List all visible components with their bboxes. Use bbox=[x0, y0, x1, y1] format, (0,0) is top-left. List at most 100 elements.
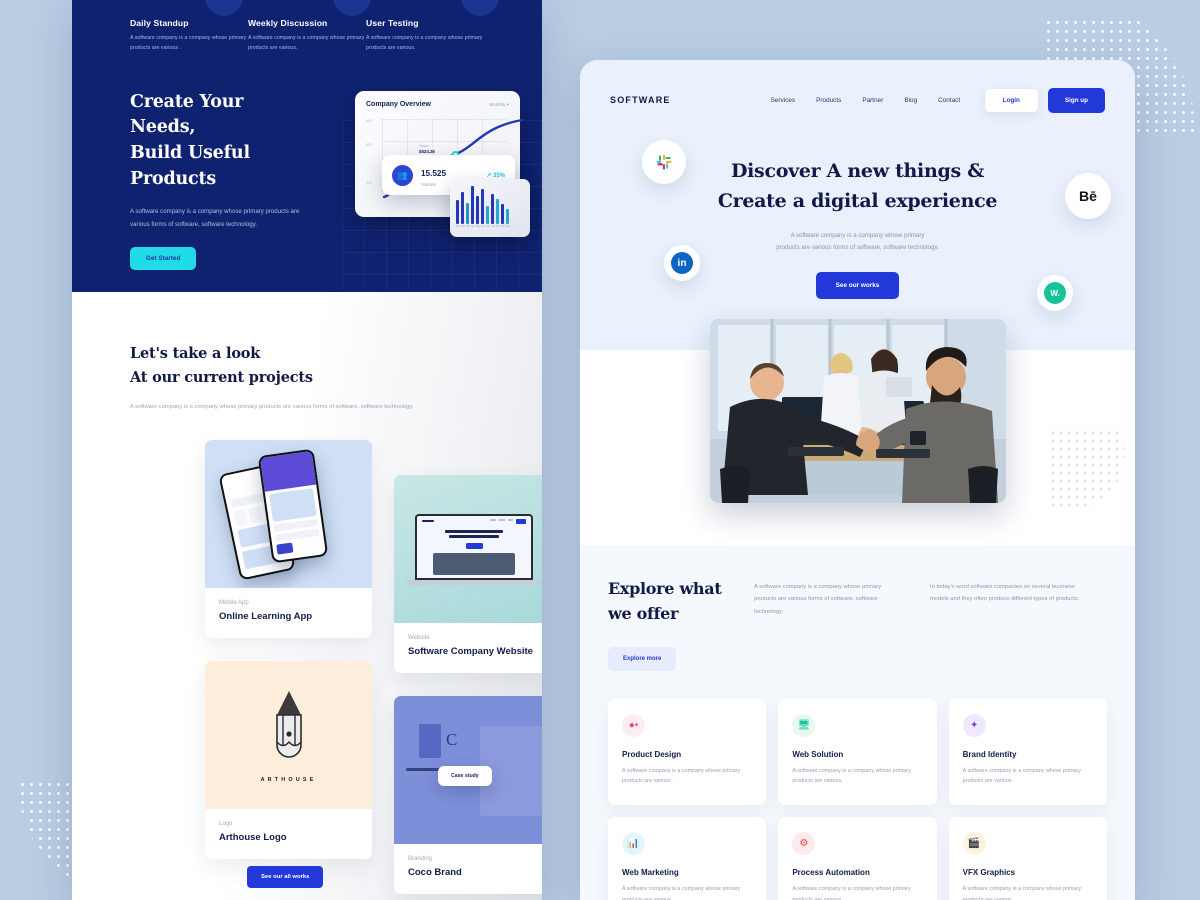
project-name: Coco Brand bbox=[408, 867, 462, 878]
explore-more-button[interactable]: Explore more bbox=[608, 646, 677, 671]
service-card-vfx-graphics[interactable]: 🎬 VFX Graphics A software company is a c… bbox=[948, 817, 1107, 900]
offer-heading-line-2: we offer bbox=[608, 603, 679, 623]
nav-link-products[interactable]: Products bbox=[816, 97, 841, 104]
feature-item-weekly-discussion: Weekly Discussion A software company is … bbox=[248, 18, 366, 54]
feature-body: A software company is a company whose pr… bbox=[248, 35, 365, 51]
behance-icon[interactable]: Bē bbox=[1065, 173, 1111, 219]
service-card-web-solution[interactable]: 🖥 Web Solution A software company is a c… bbox=[778, 698, 937, 806]
hero-copy: Create Your Needs, Build Useful Products… bbox=[72, 54, 372, 271]
service-title: Process Automation bbox=[792, 868, 870, 878]
project-meta: Logo Arthouse Logo bbox=[205, 809, 372, 859]
slack-icon[interactable] bbox=[642, 140, 686, 184]
offer-heading: Explore what we offer bbox=[608, 577, 728, 627]
project-thumbnail-branding: C Case study bbox=[394, 696, 542, 844]
project-category: Mobile App bbox=[219, 600, 249, 606]
project-card-online-learning-app[interactable]: Mobile App Online Learning App bbox=[205, 440, 372, 638]
linkedin-glyph: in bbox=[671, 252, 693, 274]
service-card-web-marketing[interactable]: 📊 Web Marketing A software company is a … bbox=[608, 817, 767, 900]
change-value: 35% bbox=[492, 172, 505, 179]
bar bbox=[476, 196, 479, 224]
y-tick-500: 500 bbox=[366, 143, 372, 147]
projects-heading-line-1: Let's take a look bbox=[130, 345, 261, 362]
bar-label: Nov bbox=[506, 226, 511, 228]
bar bbox=[456, 200, 459, 224]
feature-item-daily-standup: Daily Standup A software company is a co… bbox=[130, 18, 248, 54]
service-body: A software company is a company whose pr… bbox=[622, 767, 741, 785]
nav-link-services[interactable]: Services bbox=[771, 97, 796, 104]
range-label: Monthly bbox=[489, 101, 506, 107]
case-study-badge: Case study bbox=[438, 766, 492, 786]
bar bbox=[481, 188, 484, 224]
wordpress-icon[interactable]: W. bbox=[1037, 275, 1073, 311]
service-title: Web Solution bbox=[792, 749, 844, 759]
project-meta: Mobile App Online Learning App bbox=[205, 588, 372, 638]
sparkle-icon: ✦ bbox=[962, 713, 986, 737]
behance-glyph: Bē bbox=[1079, 188, 1097, 204]
nav-link-blog[interactable]: Blog bbox=[904, 97, 917, 104]
gear-icon: ⚙ bbox=[792, 832, 816, 856]
service-body: A software company is a company whose pr… bbox=[792, 767, 911, 785]
project-card-coco-brand[interactable]: C Case study Branding Coco Brand bbox=[394, 696, 542, 894]
right-hero-body-line-2: products are various forms of software, … bbox=[776, 244, 939, 252]
service-card-process-automation[interactable]: ⚙ Process Automation A software company … bbox=[778, 817, 937, 900]
services-grid: ●• Product Design A software company is … bbox=[608, 698, 1107, 900]
login-button[interactable]: Login bbox=[984, 88, 1038, 112]
chart-tooltip: Viewer $524.26 bbox=[419, 144, 435, 154]
team-high-five-photo bbox=[709, 318, 1006, 503]
bar-chart-card: Jan Feb Mar Apr May Jun Jul Aug Sep Oct Nov bbox=[450, 179, 530, 237]
bar bbox=[466, 203, 469, 224]
offer-heading-line-1: Explore what bbox=[608, 579, 722, 598]
bar bbox=[471, 186, 474, 224]
get-started-button[interactable]: Get Started bbox=[130, 247, 197, 271]
service-body: A software company is a company whose pr… bbox=[792, 886, 911, 900]
projects-heading: Let's take a look At our current project… bbox=[130, 342, 542, 390]
projects-column-left: Mobile App Online Learning App ARTHOUSE bbox=[205, 440, 372, 859]
bar-label: Jan bbox=[456, 226, 460, 228]
left-website-mockup: Daily Standup A software company is a co… bbox=[72, 0, 542, 900]
project-name: Software Company Website bbox=[408, 646, 533, 657]
see-our-works-button[interactable]: See our works bbox=[815, 271, 900, 299]
see-all-works-button[interactable]: See our all works bbox=[247, 866, 324, 888]
pencil-icon bbox=[275, 691, 302, 758]
project-thumbnail-logo: ARTHOUSE bbox=[205, 661, 372, 809]
bar bbox=[491, 194, 494, 224]
right-hero-title-line-2: Create a digital experience bbox=[717, 190, 998, 213]
chart-icon: 📊 bbox=[622, 832, 645, 856]
people-icon: 👥 bbox=[392, 164, 413, 186]
navbar: SOFTWARE Services Products Partner Blog … bbox=[580, 60, 1135, 140]
offer-section: Explore what we offer Explore more A sof… bbox=[580, 545, 1135, 900]
project-card-software-company-website[interactable]: Website Software Company Website bbox=[394, 475, 542, 673]
project-card-arthouse-logo[interactable]: ARTHOUSE Logo Arthouse Logo bbox=[205, 661, 372, 859]
feature-body: A software company is a company whose pr… bbox=[366, 35, 483, 51]
project-thumbnail-mobile bbox=[205, 440, 372, 588]
nav-link-partner[interactable]: Partner bbox=[862, 97, 883, 104]
nav-links: Services Products Partner Blog Contact bbox=[771, 97, 961, 104]
brand-logo[interactable]: SOFTWARE bbox=[610, 95, 671, 105]
bar bbox=[496, 199, 499, 224]
service-card-brand-identity[interactable]: ✦ Brand Identity A software company is a… bbox=[948, 698, 1107, 806]
nav-link-contact[interactable]: Contact bbox=[938, 97, 960, 104]
dashboard-header: Company Overview Monthly ▾ bbox=[366, 101, 509, 108]
dashboard-title: Company Overview bbox=[366, 101, 431, 108]
dashboard-range-select[interactable]: Monthly ▾ bbox=[489, 102, 509, 108]
laptop-mockup bbox=[406, 513, 542, 585]
bar-label: Jul bbox=[486, 226, 489, 228]
service-body: A software company is a company whose pr… bbox=[962, 767, 1081, 785]
linkedin-icon[interactable]: in bbox=[664, 245, 700, 281]
right-website-mockup: SOFTWARE Services Products Partner Blog … bbox=[580, 60, 1135, 900]
bar-chart-labels: Jan Feb Mar Apr May Jun Jul Aug Sep Oct Nov bbox=[456, 226, 524, 228]
tooltip-value: $524.26 bbox=[419, 149, 435, 154]
feature-title: Daily Standup bbox=[130, 18, 189, 28]
palette-icon: ●• bbox=[622, 713, 645, 737]
signup-button[interactable]: Sign up bbox=[1047, 87, 1105, 113]
service-body: A software company is a company whose pr… bbox=[622, 886, 741, 900]
offer-header: Explore what we offer Explore more A sof… bbox=[608, 577, 1107, 671]
film-icon: 🎬 bbox=[962, 832, 986, 856]
phone-screen bbox=[260, 450, 326, 562]
service-card-product-design[interactable]: ●• Product Design A software company is … bbox=[608, 698, 767, 806]
nav-buttons: Login Sign up bbox=[984, 87, 1105, 113]
project-category: Logo bbox=[219, 821, 233, 827]
right-hero-body-line-1: A software company is a company whose pr… bbox=[790, 231, 925, 239]
bar bbox=[486, 206, 489, 224]
hero-dot-decor bbox=[1049, 429, 1135, 507]
